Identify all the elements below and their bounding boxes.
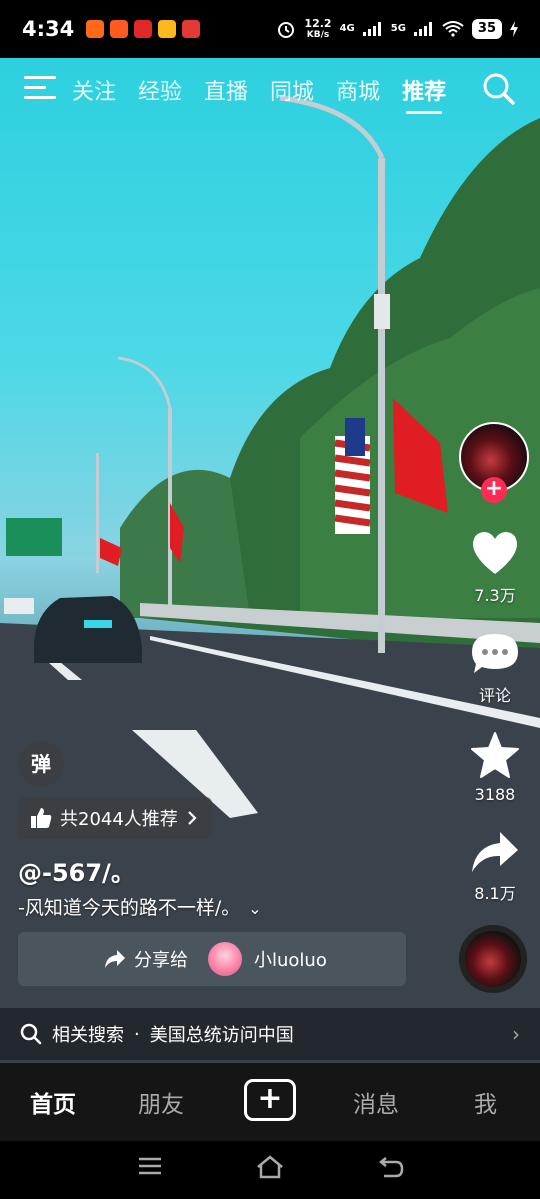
top-navigation: 关注 经验 直播 同城 商城 推荐 — [0, 58, 540, 120]
app-notification-icon — [86, 20, 105, 38]
comment-icon — [472, 634, 518, 673]
alarm-icon — [278, 22, 295, 38]
status-bar: 4:34 12.2 KB/s 4G 5G 35 — [0, 0, 540, 58]
feed-tabs: 关注 经验 直播 同城 商城 推荐 — [72, 74, 446, 114]
app-notification-icon — [182, 20, 201, 38]
app-notification-icon — [134, 20, 153, 38]
friend-name: 小luoluo — [254, 950, 327, 971]
star-icon — [471, 732, 519, 778]
net-speed-unit: KB/s — [306, 29, 330, 40]
app-notification-icon — [158, 20, 177, 38]
net-speed: 12.2 KB/s — [304, 16, 332, 40]
follow-button[interactable]: + — [481, 477, 507, 503]
chevron-down-icon[interactable]: ⌄ — [248, 899, 261, 918]
home-icon[interactable] — [256, 1155, 284, 1179]
thumbs-up-icon — [31, 808, 52, 828]
comment-button[interactable]: 评论 — [460, 632, 530, 706]
favorite-count: 3188 — [474, 785, 516, 804]
nav-me[interactable]: 我 — [474, 1085, 497, 1119]
favorite-button[interactable]: 3188 — [460, 731, 530, 804]
share-label: 分享给 — [134, 950, 188, 971]
chevron-right-icon — [188, 811, 197, 825]
share-arrow-icon — [105, 950, 125, 968]
comment-label: 评论 — [478, 686, 511, 705]
signal-5g: 5G — [390, 23, 406, 34]
system-navigation-bar — [0, 1141, 540, 1199]
net-speed-value: 12.2 — [304, 16, 332, 30]
wifi-icon — [442, 21, 464, 37]
search-icon — [20, 1023, 42, 1045]
notification-icons — [86, 20, 201, 38]
author-name[interactable]: @-567/。 — [18, 853, 135, 888]
share-to-friend-bar[interactable]: 分享给 小luoluo — [18, 932, 406, 986]
search-icon[interactable] — [482, 72, 516, 106]
bottom-navigation: 首页 朋友 + 消息 我 — [0, 1063, 540, 1141]
video-caption[interactable]: -风知道今天的路不一样/。 ⌄ — [18, 893, 262, 920]
related-search-query: 美国总统访问中国 — [149, 1025, 294, 1046]
related-search-prefix: 相关搜索 — [52, 1025, 124, 1046]
danmu-toggle-button[interactable]: 弹 — [18, 741, 64, 787]
tab-nearby[interactable]: 同城 — [270, 74, 314, 106]
share-button[interactable]: 8.1万 — [460, 830, 530, 904]
nav-home[interactable]: 首页 — [30, 1085, 76, 1119]
nav-messages[interactable]: 消息 — [353, 1085, 399, 1119]
related-search-dot: · — [134, 1023, 140, 1045]
heart-icon — [473, 532, 517, 574]
caption-text: -风知道今天的路不一样/。 — [18, 897, 241, 919]
signal-4g: 4G — [339, 23, 355, 34]
friend-avatar — [208, 942, 242, 976]
recent-apps-icon[interactable] — [138, 1155, 162, 1177]
tab-live[interactable]: 直播 — [204, 74, 248, 106]
create-post-button[interactable]: + — [244, 1079, 296, 1121]
tab-recommend[interactable]: 推荐 — [402, 74, 446, 114]
recommend-text: 共2044人推荐 — [60, 809, 178, 830]
music-disc[interactable] — [459, 925, 527, 993]
menu-icon[interactable] — [24, 76, 56, 100]
tab-experience[interactable]: 经验 — [138, 74, 182, 106]
charging-icon — [510, 21, 518, 37]
like-count: 7.3万 — [474, 586, 516, 605]
app-notification-icon — [110, 20, 129, 38]
tab-mall[interactable]: 商城 — [336, 74, 380, 106]
status-indicators: 12.2 KB/s 4G 5G 35 — [276, 16, 518, 40]
status-time: 4:34 — [22, 17, 75, 41]
tab-following[interactable]: 关注 — [72, 74, 116, 106]
related-search-bar[interactable]: 相关搜索 · 美国总统访问中国 › — [0, 1008, 540, 1060]
share-count: 8.1万 — [474, 884, 516, 903]
recommend-pill[interactable]: 共2044人推荐 — [18, 797, 212, 839]
signal-bars-icon — [413, 22, 432, 36]
back-icon[interactable] — [378, 1155, 404, 1179]
nav-friends[interactable]: 朋友 — [138, 1085, 184, 1119]
battery-level: 35 — [471, 19, 502, 39]
like-button[interactable]: 7.3万 — [460, 530, 530, 606]
chevron-right-icon: › — [512, 1022, 520, 1046]
share-arrow-icon — [472, 832, 518, 872]
signal-bars-icon — [362, 22, 381, 36]
